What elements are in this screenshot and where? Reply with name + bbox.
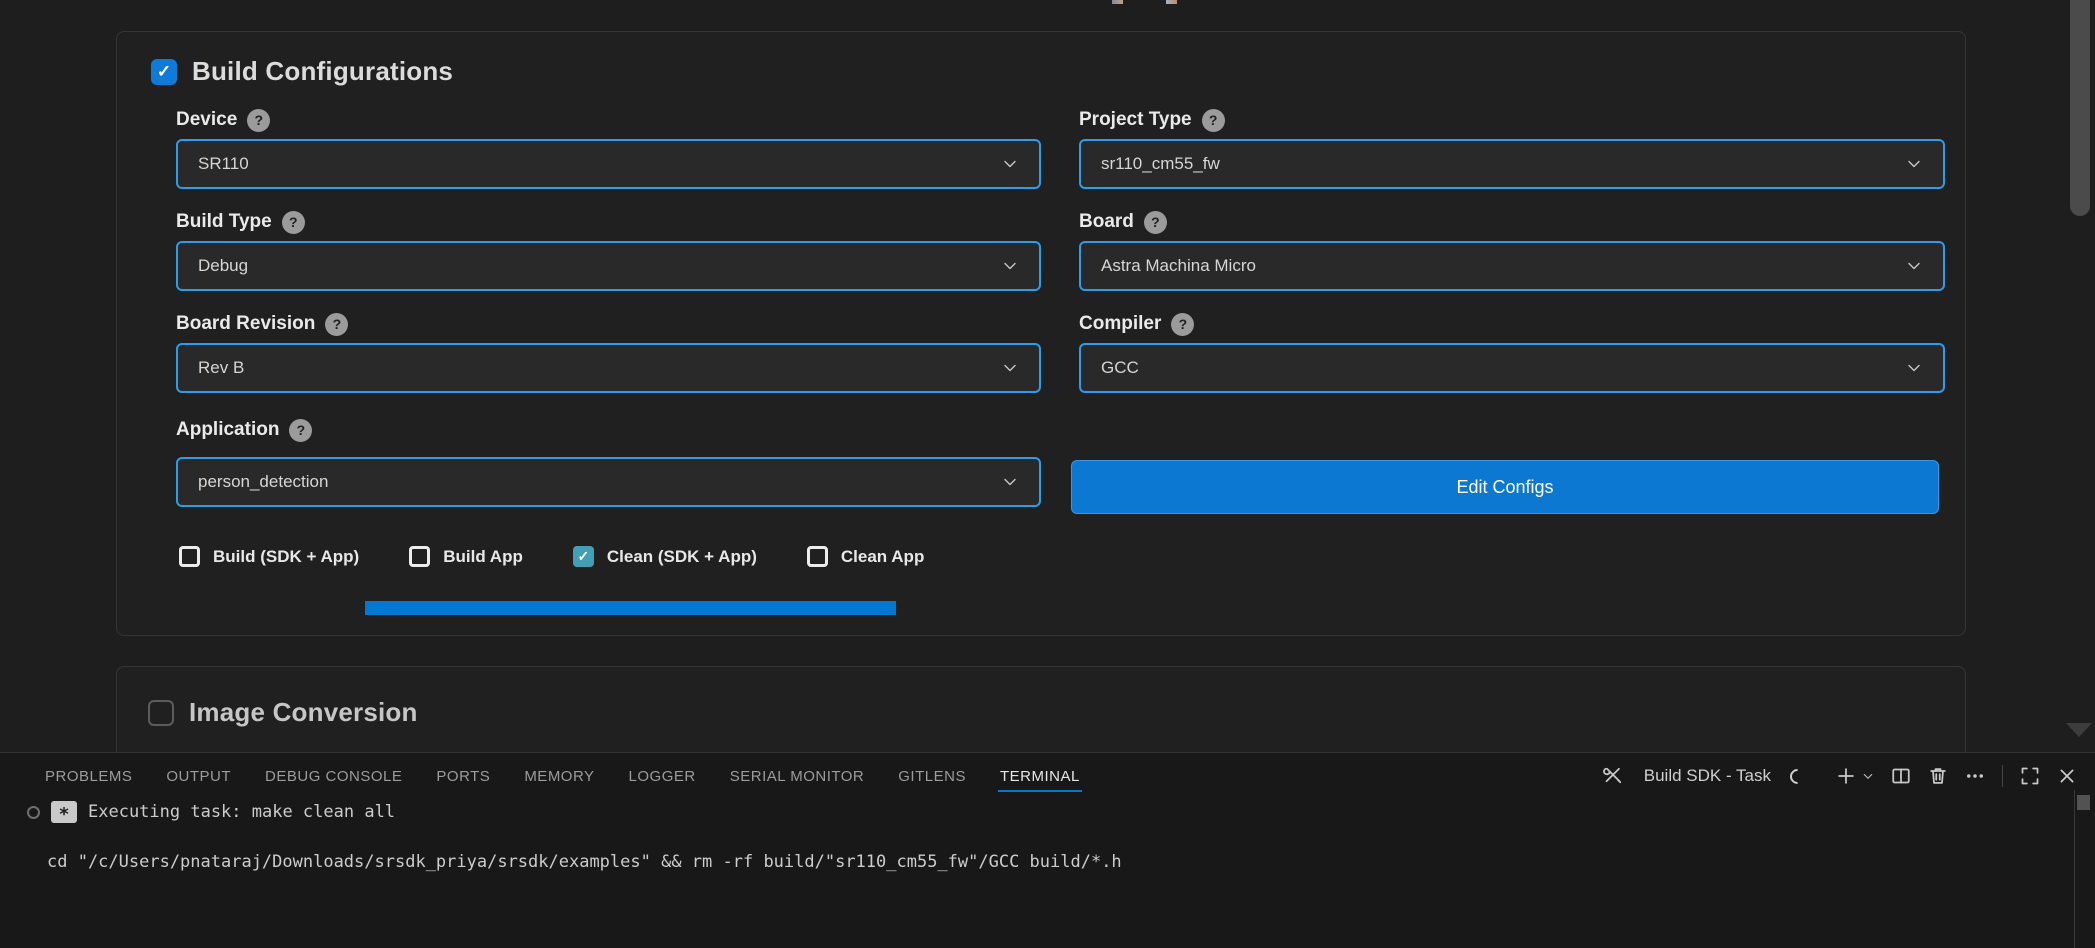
option-label: Build App — [443, 547, 523, 567]
image-conversion-checkbox[interactable] — [148, 700, 174, 726]
help-icon[interactable]: ? — [325, 313, 348, 336]
application-select[interactable]: person_detection — [176, 457, 1041, 507]
tab-ports[interactable]: PORTS — [436, 754, 490, 799]
task-marker-icon: * — [51, 801, 77, 823]
new-terminal-button[interactable] — [1836, 766, 1874, 786]
option-label: Build (SDK + App) — [213, 547, 359, 567]
help-icon[interactable]: ? — [1144, 211, 1167, 234]
chevron-down-icon — [1001, 473, 1019, 491]
split-terminal-button[interactable] — [1891, 766, 1911, 786]
vscode-webview-screen: ✓ Build Configurations Device ? SR110 Pr… — [0, 0, 2095, 948]
application-label: Application — [176, 419, 279, 441]
build-configurations-checkbox[interactable]: ✓ — [151, 59, 177, 85]
tab-logger[interactable]: LOGGER — [629, 754, 696, 799]
terminal-line-executing: * Executing task: make clean all — [27, 801, 395, 823]
compiler-select[interactable]: GCC — [1079, 343, 1945, 393]
build-type-label: Build Type — [176, 211, 272, 233]
tab-output[interactable]: OUTPUT — [166, 754, 231, 799]
task-spinner-icon — [1787, 765, 1808, 786]
terminal-line-command: cd "/c/Users/pnataraj/Downloads/srsdk_pr… — [47, 852, 1122, 872]
clipped-icon-fragment — [1112, 0, 1123, 4]
option-build-app[interactable]: Build App — [409, 546, 523, 567]
device-select[interactable]: SR110 — [176, 139, 1041, 189]
board-value: Astra Machina Micro — [1101, 256, 1893, 276]
help-icon[interactable]: ? — [1171, 313, 1194, 336]
tab-terminal[interactable]: TERMINAL — [1000, 754, 1080, 799]
terminal-scrollbar-track[interactable] — [2074, 790, 2075, 948]
clipped-icon-fragment — [1166, 0, 1177, 4]
bottom-panel: PROBLEMS OUTPUT DEBUG CONSOLE PORTS MEMO… — [0, 752, 2095, 948]
panel-tabbar: PROBLEMS OUTPUT DEBUG CONSOLE PORTS MEMO… — [45, 753, 1080, 799]
tab-memory[interactable]: MEMORY — [524, 754, 594, 799]
help-icon[interactable]: ? — [247, 109, 270, 132]
edit-configs-button[interactable]: Edit Configs — [1071, 460, 1939, 514]
compiler-value: GCC — [1101, 358, 1893, 378]
option-clean-app[interactable]: Clean App — [807, 546, 924, 567]
option-label: Clean App — [841, 547, 924, 567]
project-type-label: Project Type — [1079, 109, 1192, 131]
controls-divider — [2002, 765, 2003, 787]
board-label: Board — [1079, 211, 1134, 233]
chevron-down-icon — [1001, 359, 1019, 377]
maximize-panel-button[interactable] — [2020, 766, 2040, 786]
build-configurations-title: Build Configurations — [192, 56, 453, 87]
image-conversion-title: Image Conversion — [189, 697, 418, 728]
application-value: person_detection — [198, 472, 989, 492]
tools-icon — [1603, 766, 1623, 786]
project-type-value: sr110_cm55_fw — [1101, 154, 1893, 174]
terminal-instance-label[interactable]: Build SDK - Task — [1644, 766, 1771, 786]
compiler-label: Compiler — [1079, 313, 1161, 335]
tab-problems[interactable]: PROBLEMS — [45, 754, 132, 799]
chevron-down-icon — [1001, 257, 1019, 275]
check-icon: ✓ — [157, 62, 171, 82]
chevron-down-icon — [1905, 257, 1923, 275]
chevron-down-icon — [1905, 359, 1923, 377]
chevron-down-icon — [1905, 155, 1923, 173]
checkbox-icon — [179, 546, 200, 567]
checkbox-checked-icon: ✓ — [573, 546, 594, 567]
check-icon: ✓ — [577, 548, 589, 565]
more-actions-button[interactable] — [1965, 766, 1985, 786]
checkbox-icon — [409, 546, 430, 567]
board-revision-value: Rev B — [198, 358, 989, 378]
build-type-value: Debug — [198, 256, 989, 276]
board-revision-select[interactable]: Rev B — [176, 343, 1041, 393]
build-configurations-card: ✓ Build Configurations Device ? SR110 Pr… — [116, 31, 1966, 636]
checkbox-icon — [807, 546, 828, 567]
device-value: SR110 — [198, 154, 989, 174]
terminal-text: cd "/c/Users/pnataraj/Downloads/srsdk_pr… — [47, 852, 1122, 872]
chevron-down-icon — [1001, 155, 1019, 173]
device-label: Device — [176, 109, 237, 131]
tab-gitlens[interactable]: GITLENS — [898, 754, 966, 799]
build-progress-bar — [365, 601, 896, 615]
board-select[interactable]: Astra Machina Micro — [1079, 241, 1945, 291]
kill-terminal-button[interactable] — [1928, 766, 1948, 786]
close-panel-button[interactable] — [2057, 766, 2077, 786]
scrollbar-down-arrow[interactable] — [2066, 723, 2092, 737]
terminal-scrollbar-thumb[interactable] — [2077, 795, 2090, 810]
board-revision-label: Board Revision — [176, 313, 315, 335]
help-icon[interactable]: ? — [1202, 109, 1225, 132]
project-type-select[interactable]: sr110_cm55_fw — [1079, 139, 1945, 189]
option-clean-sdk-app[interactable]: ✓ Clean (SDK + App) — [573, 546, 757, 567]
build-type-select[interactable]: Debug — [176, 241, 1041, 291]
help-icon[interactable]: ? — [289, 419, 312, 442]
terminal-text: Executing task: make clean all — [88, 802, 395, 822]
tab-serial-monitor[interactable]: SERIAL MONITOR — [730, 754, 865, 799]
option-build-sdk-app[interactable]: Build (SDK + App) — [179, 546, 359, 567]
panel-controls: Build SDK - Task — [1603, 753, 2077, 799]
option-label: Clean (SDK + App) — [607, 547, 757, 567]
webview-scrollbar-thumb[interactable] — [2070, 0, 2090, 216]
help-icon[interactable]: ? — [282, 211, 305, 234]
tab-debug-console[interactable]: DEBUG CONSOLE — [265, 754, 402, 799]
command-circle-icon — [27, 806, 40, 819]
